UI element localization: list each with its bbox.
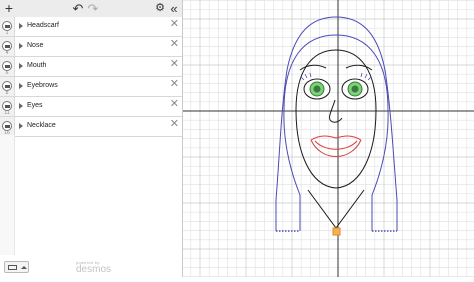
minor-gridlines — [183, 0, 474, 277]
row-gutter: 1 — [0, 17, 15, 36]
delete-icon[interactable]: ✕ — [170, 98, 179, 110]
folder-eyebrows[interactable]: 8 Eyebrows ✕ — [0, 77, 182, 97]
delete-icon[interactable]: ✕ — [170, 78, 179, 90]
row-index: 6 — [5, 70, 9, 76]
left-pupil — [313, 85, 321, 93]
undo-icon[interactable]: ↶ — [72, 0, 84, 17]
expand-arrow-icon[interactable] — [19, 23, 23, 29]
row-gutter: 8 — [0, 77, 15, 96]
row-gutter: 4 — [0, 37, 15, 56]
eyes — [300, 72, 372, 100]
redo-icon[interactable]: ↷ — [87, 0, 99, 17]
folder-mouth[interactable]: 6 Mouth ✕ — [0, 57, 182, 77]
delete-icon[interactable]: ✕ — [170, 58, 179, 70]
necklace-pendant — [332, 227, 341, 236]
bottom-bar: powered by desmos — [0, 258, 182, 277]
row-index: 4 — [5, 50, 9, 56]
caret-up-icon — [21, 266, 27, 269]
headscarf-inner — [283, 34, 389, 231]
face-curves — [295, 49, 377, 229]
right-eyebrow — [345, 64, 373, 71]
headscarf-curves — [275, 16, 398, 231]
folder-label: Eyes — [27, 102, 43, 109]
graph-canvas[interactable] — [183, 0, 474, 277]
necklace — [276, 227, 397, 236]
keyboard-icon — [8, 265, 17, 270]
neck-line — [307, 189, 365, 229]
add-icon[interactable]: + — [3, 0, 15, 17]
folder-headscarf[interactable]: 1 Headscarf ✕ — [0, 17, 182, 37]
folder-label: Headscarf — [27, 22, 59, 29]
expand-arrow-icon[interactable] — [19, 43, 23, 49]
desmos-logo: desmos — [76, 264, 112, 275]
folder-label: Necklace — [27, 122, 56, 129]
row-gutter: 11 — [0, 97, 15, 116]
gear-icon[interactable]: ⚙ — [154, 0, 166, 17]
row-gutter: 6 — [0, 57, 15, 76]
delete-icon[interactable]: ✕ — [170, 118, 179, 130]
row-index: 1 — [5, 30, 9, 36]
expand-arrow-icon[interactable] — [19, 103, 23, 109]
folder-label: Nose — [27, 42, 44, 49]
expand-arrow-icon[interactable] — [19, 123, 23, 129]
expand-arrow-icon[interactable] — [19, 83, 23, 89]
keypad-toggle-button[interactable] — [4, 261, 29, 273]
row-index: 11 — [4, 110, 10, 116]
expression-list: 1 Headscarf ✕ 4 Nose ✕ 6 Mouth ✕ 8 Eyebr… — [0, 17, 182, 137]
graph-paper[interactable] — [183, 0, 474, 277]
empty-gutter — [0, 135, 15, 255]
folder-nose[interactable]: 4 Nose ✕ — [0, 37, 182, 57]
expression-toolbar: + ↶ ↷ ⚙ « — [0, 0, 182, 18]
delete-icon[interactable]: ✕ — [170, 38, 179, 50]
left-eyebrow — [299, 64, 327, 71]
delete-icon[interactable]: ✕ — [170, 18, 179, 30]
right-pupil — [351, 85, 359, 93]
folder-necklace[interactable]: 16 Necklace ✕ — [0, 117, 182, 137]
lower-lip — [310, 139, 362, 157]
folder-eyes[interactable]: 11 Eyes ✕ — [0, 97, 182, 117]
headscarf-outer — [275, 16, 398, 231]
row-index: 8 — [5, 90, 9, 96]
mouth — [310, 135, 362, 157]
folder-label: Eyebrows — [27, 82, 58, 89]
face-outline — [295, 49, 377, 189]
expression-panel: + ↶ ↷ ⚙ « 1 Headscarf ✕ 4 Nose ✕ 6 Mouth… — [0, 0, 183, 277]
upper-lip — [310, 135, 362, 141]
expand-arrow-icon[interactable] — [19, 63, 23, 69]
folder-label: Mouth — [27, 62, 47, 69]
collapse-icon[interactable]: « — [168, 0, 180, 17]
row-gutter: 16 — [0, 117, 15, 136]
